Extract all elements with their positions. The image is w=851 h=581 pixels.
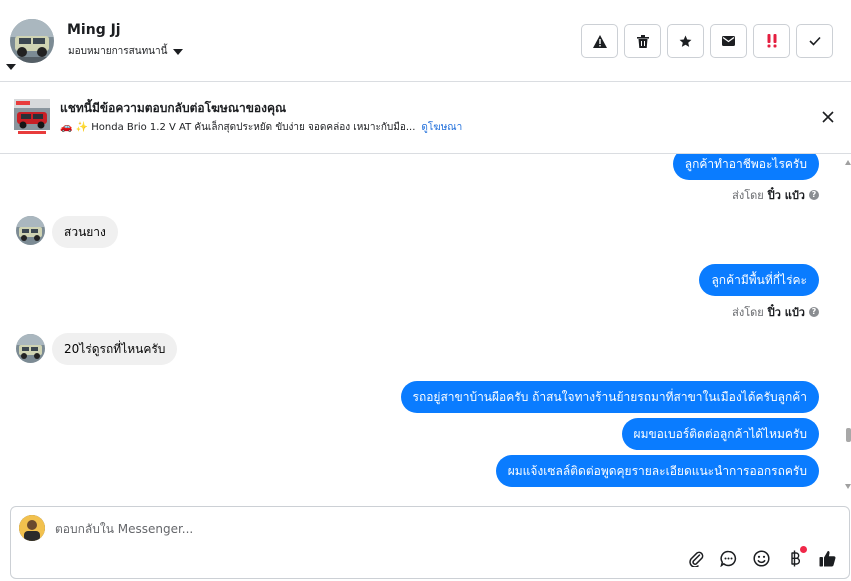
saved-replies-button[interactable] bbox=[719, 549, 738, 568]
sent-by-name: ปิ๋ว แป๋ว bbox=[767, 189, 805, 202]
thumbs-up-icon bbox=[819, 550, 836, 567]
like-button[interactable] bbox=[818, 549, 837, 568]
warning-icon bbox=[592, 34, 607, 48]
sent-by-line: ส่งโดย ปิ๋ว แป๋ว? bbox=[732, 186, 819, 204]
ad-reply-banner: แชทนี้มีข้อความตอบกลับต่อโฆษณาของคุณ 🚗 ✨… bbox=[0, 82, 851, 154]
message-thread[interactable]: ลูกค้าทำอาชีพอะไรครับ ส่งโดย ปิ๋ว แป๋ว? ส… bbox=[0, 154, 851, 506]
conversation-header: Ming Jj มอบหมายการสนทนานี้ bbox=[0, 0, 851, 82]
ad-thumbnail[interactable] bbox=[14, 99, 50, 135]
reply-composer bbox=[10, 506, 850, 579]
ad-description: 🚗 ✨ Honda Brio 1.2 V AT คันเล็กสุดประหยั… bbox=[60, 122, 416, 133]
close-banner-button[interactable] bbox=[819, 108, 837, 126]
info-icon[interactable]: ? bbox=[809, 307, 819, 317]
outgoing-message[interactable]: ผมขอเบอร์ติดต่อลูกค้าได้ไหมครับ bbox=[621, 418, 819, 450]
paperclip-icon bbox=[688, 551, 703, 567]
chevron-down-icon bbox=[173, 48, 184, 55]
reply-input[interactable] bbox=[55, 519, 695, 539]
trash-icon bbox=[636, 34, 649, 48]
sent-by-prefix: ส่งโดย bbox=[732, 189, 764, 202]
mark-unread-button[interactable] bbox=[710, 24, 747, 58]
contact-avatar[interactable] bbox=[10, 19, 54, 63]
assign-conversation-label: มอบหมายการสนทนานี้ bbox=[68, 46, 168, 57]
thread-scrollbar[interactable] bbox=[844, 154, 851, 506]
payment-button[interactable] bbox=[785, 546, 807, 568]
close-icon bbox=[822, 111, 834, 123]
outgoing-message[interactable]: ลูกค้ามีพื้นที่กี่ไร่คะ bbox=[699, 264, 819, 296]
contact-name: Ming Jj bbox=[67, 22, 121, 38]
emoji-button[interactable] bbox=[752, 549, 771, 568]
follow-up-button[interactable] bbox=[753, 24, 790, 58]
header-actions bbox=[581, 24, 833, 58]
double-exclamation-icon bbox=[767, 34, 776, 48]
view-ad-link[interactable]: ดูโฆษณา bbox=[421, 122, 462, 133]
incoming-message[interactable]: สวนยาง bbox=[52, 216, 118, 248]
assign-conversation-dropdown[interactable]: มอบหมายการสนทนานี้ bbox=[68, 44, 184, 59]
sent-by-name: ปิ๋ว แป๋ว bbox=[767, 306, 805, 319]
outgoing-message[interactable]: ผมแจ้งเซลล์ติดต่อพูดคุยรายละเอียดแนะนำกา… bbox=[495, 455, 819, 487]
star-icon bbox=[679, 35, 692, 47]
outgoing-message[interactable]: ลูกค้าทำอาชีพอะไรครับ bbox=[672, 154, 819, 180]
composer-tools bbox=[686, 546, 837, 568]
attach-button[interactable] bbox=[686, 549, 705, 568]
sent-by-prefix: ส่งโดย bbox=[732, 306, 764, 319]
scroll-thumb[interactable] bbox=[846, 428, 851, 442]
outgoing-message[interactable]: รถอยู่สาขาบ้านผือครับ ถ้าสนใจทางร้านย้าย… bbox=[400, 381, 819, 413]
mark-done-button[interactable] bbox=[796, 24, 833, 58]
emoji-icon bbox=[753, 550, 770, 567]
ad-banner-title: แชทนี้มีข้อความตอบกลับต่อโฆษณาของคุณ bbox=[60, 101, 287, 115]
info-icon[interactable]: ? bbox=[809, 190, 819, 200]
avatar-menu-caret-icon[interactable] bbox=[6, 64, 16, 70]
contact-avatar-small[interactable] bbox=[16, 216, 45, 245]
baht-icon bbox=[790, 550, 800, 567]
sent-by-line: ส่งโดย ปิ๋ว แป๋ว? bbox=[732, 303, 819, 321]
page-avatar bbox=[19, 515, 45, 541]
incoming-message[interactable]: 20ไร่ดูรถที่ไหนครับ bbox=[52, 333, 178, 365]
scroll-down-arrow-icon[interactable] bbox=[845, 484, 851, 489]
mail-icon bbox=[722, 36, 735, 46]
ad-banner-subtitle: 🚗 ✨ Honda Brio 1.2 V AT คันเล็กสุดประหยั… bbox=[60, 120, 462, 135]
star-button[interactable] bbox=[667, 24, 704, 58]
scroll-up-arrow-icon[interactable] bbox=[845, 160, 851, 165]
checkmark-icon bbox=[808, 36, 821, 46]
mark-spam-button[interactable] bbox=[581, 24, 618, 58]
notification-dot bbox=[800, 546, 807, 553]
delete-button[interactable] bbox=[624, 24, 661, 58]
chat-bubble-icon bbox=[720, 550, 737, 567]
contact-avatar-small[interactable] bbox=[16, 334, 45, 363]
